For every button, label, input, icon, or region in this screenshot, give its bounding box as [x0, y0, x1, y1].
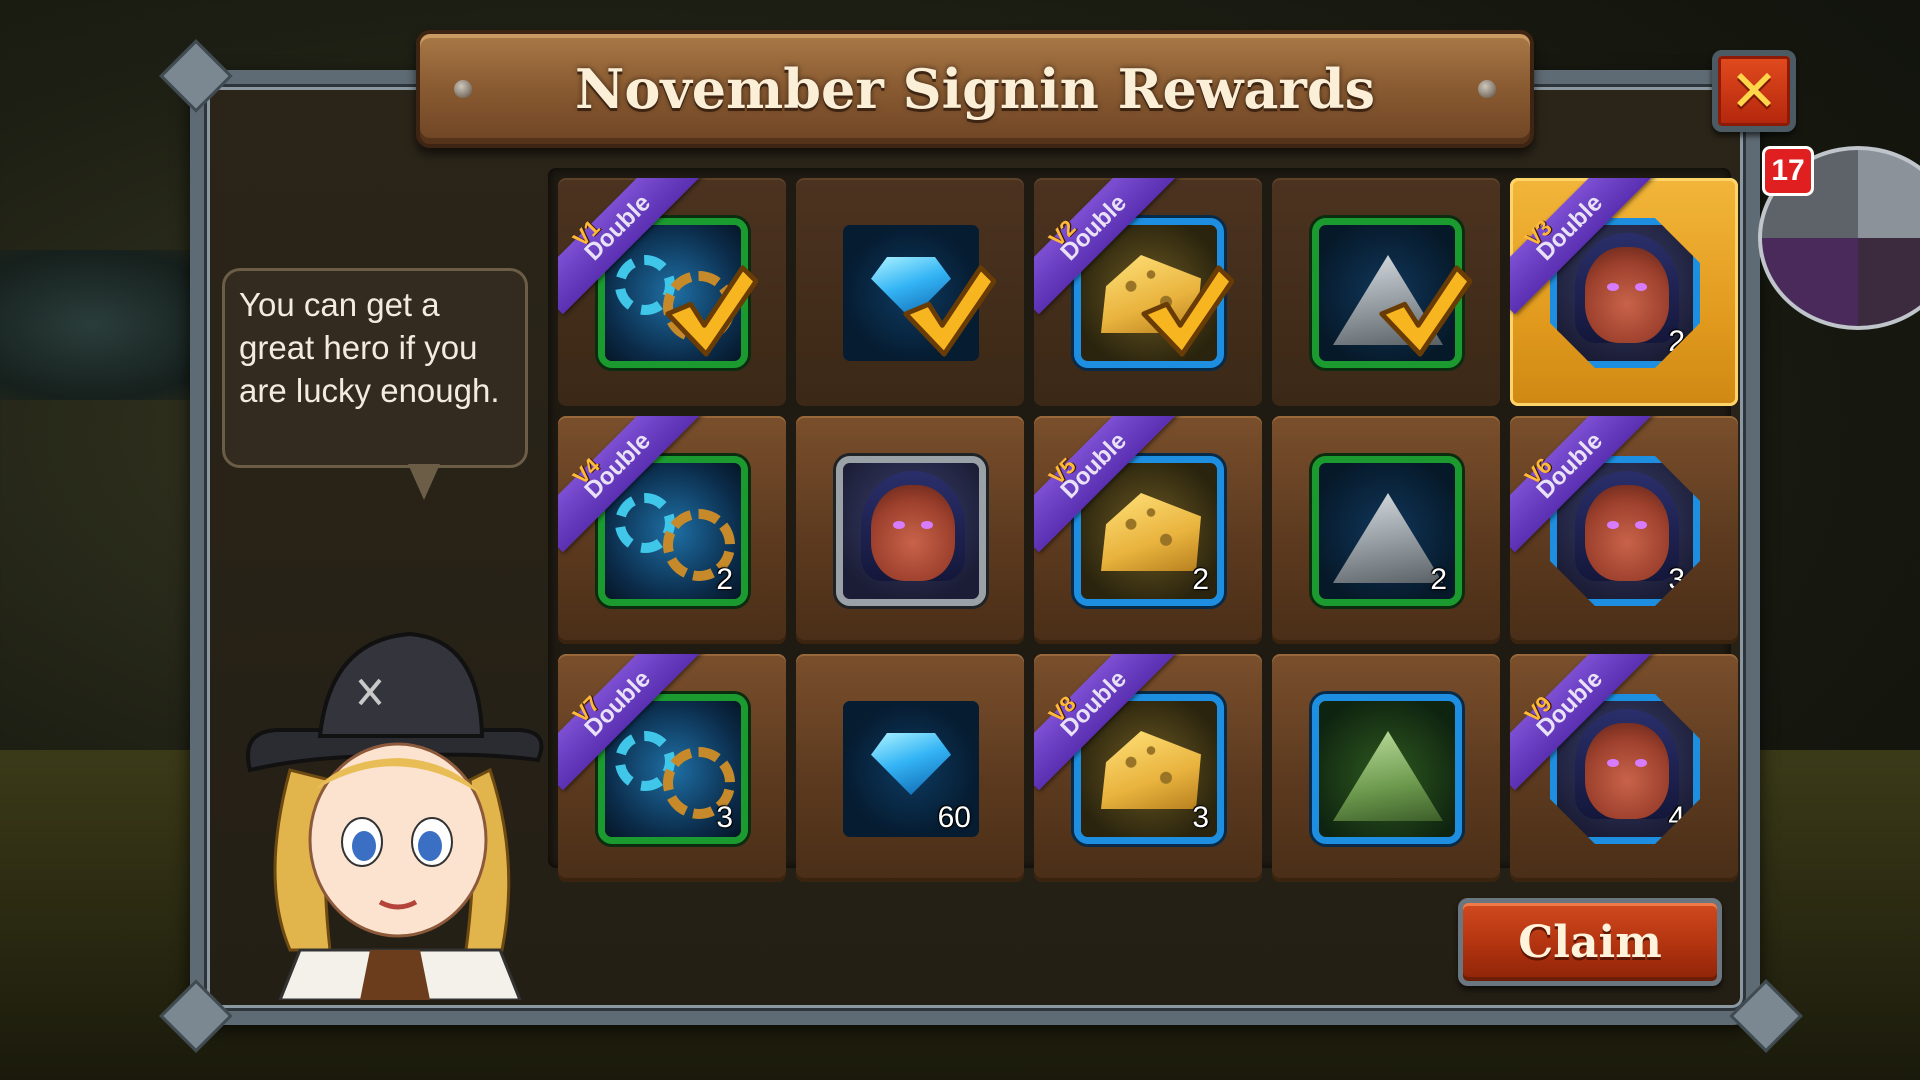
- title-banner: November Signin Rewards: [416, 30, 1534, 148]
- reward-tile-day-12[interactable]: 60: [796, 654, 1024, 882]
- claim-button[interactable]: Claim: [1458, 898, 1722, 986]
- checkmark-icon: [1141, 265, 1234, 357]
- reward-tile-day-4[interactable]: [1272, 178, 1500, 406]
- close-icon: ✕: [1729, 57, 1779, 125]
- speech-bubble-tail: [408, 464, 440, 500]
- reward-item-frame: 2: [1312, 456, 1462, 606]
- reward-tile-day-13[interactable]: 3 Double V8: [1034, 654, 1262, 882]
- reward-tile-day-7[interactable]: [796, 416, 1024, 644]
- reward-tile-day-11[interactable]: 3 Double V7: [558, 654, 786, 882]
- reward-tile-day-3[interactable]: Double V2: [1034, 178, 1262, 406]
- reward-quantity: 2: [1668, 325, 1685, 358]
- speech-bubble: You can get a great hero if you are luck…: [222, 268, 528, 468]
- page-title: November Signin Rewards: [574, 57, 1376, 121]
- checkmark-icon: [665, 265, 758, 357]
- reward-grid: Double V1 Double V2 2 Double V3 2 Double V4 2 Doubl…: [548, 168, 1738, 882]
- reward-tile-day-8[interactable]: 2 Double V5: [1034, 416, 1262, 644]
- close-button[interactable]: ✕: [1712, 50, 1796, 132]
- nail-icon: [454, 80, 472, 98]
- checkmark-icon: [903, 265, 996, 357]
- reward-tile-day-15[interactable]: 4 Double V9: [1510, 654, 1738, 882]
- reward-quantity: 2: [1430, 563, 1447, 596]
- reward-tile-day-6[interactable]: 2 Double V4: [558, 416, 786, 644]
- reward-tile-day-2[interactable]: [796, 178, 1024, 406]
- reward-tile-day-5[interactable]: 2 Double V3: [1510, 178, 1738, 406]
- hero-icon: [843, 463, 979, 599]
- reward-quantity: 2: [1192, 563, 1209, 596]
- reward-tile-day-10[interactable]: 3 Double V6: [1510, 416, 1738, 644]
- reward-item-frame: [836, 456, 986, 606]
- reward-tile-day-9[interactable]: 2: [1272, 416, 1500, 644]
- notification-badge: 17: [1762, 146, 1814, 196]
- reward-tile-day-14[interactable]: [1272, 654, 1500, 882]
- reward-quantity: 3: [716, 801, 733, 834]
- reward-quantity: 60: [937, 801, 971, 834]
- reward-item-frame: 60: [836, 694, 986, 844]
- reward-tile-day-1[interactable]: Double V1: [558, 178, 786, 406]
- checkmark-icon: [1379, 265, 1472, 357]
- pirate-character: [246, 631, 544, 1000]
- reward-item-frame: [1312, 694, 1462, 844]
- reward-quantity: 4: [1668, 801, 1685, 834]
- nail-icon: [1478, 80, 1496, 98]
- reward-quantity: 2: [716, 563, 733, 596]
- green-stone-icon: [1319, 701, 1455, 837]
- reward-quantity: 3: [1192, 801, 1209, 834]
- reward-quantity: 3: [1668, 563, 1685, 596]
